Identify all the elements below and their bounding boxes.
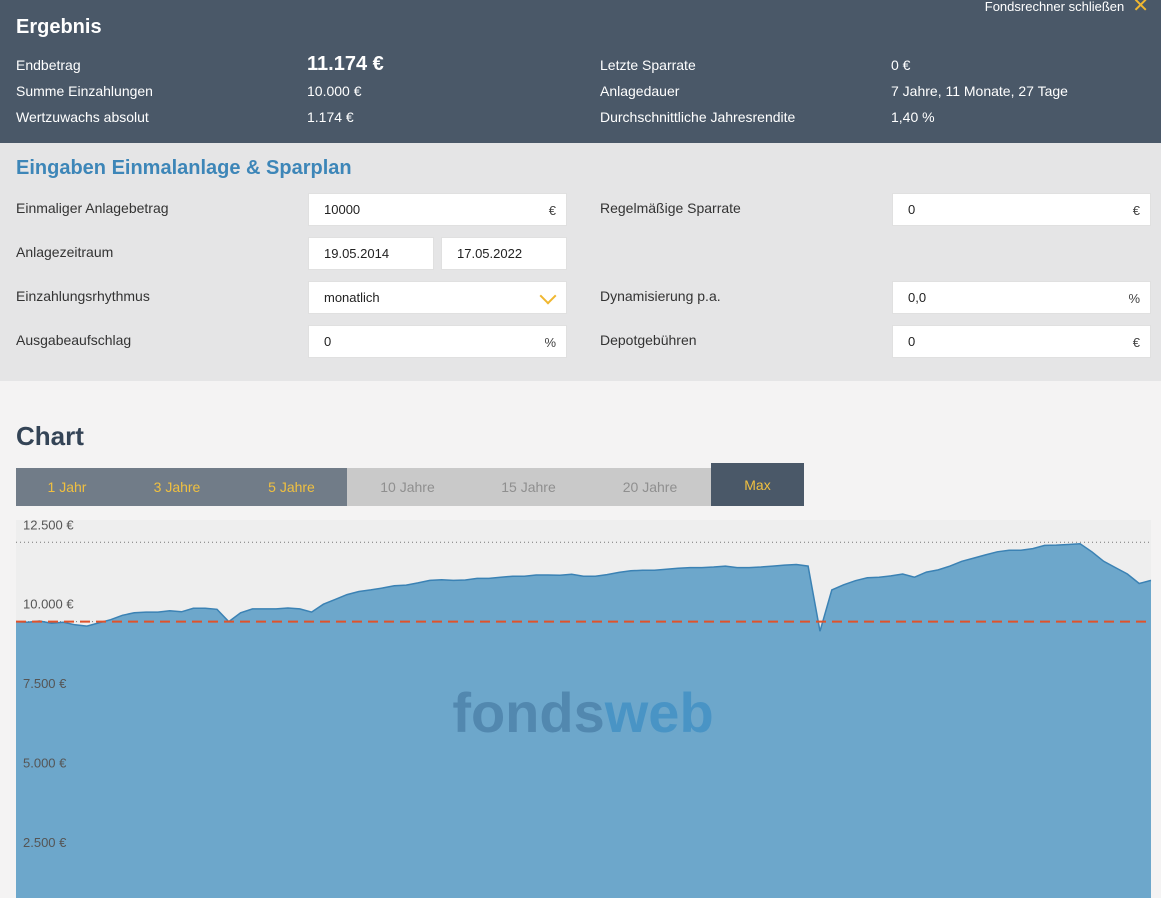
y-tick-label: 7.500 €	[23, 676, 67, 691]
wertzuwachs-label: Wertzuwachs absolut	[16, 109, 149, 125]
close-icon[interactable]: ✕	[1132, 0, 1149, 16]
period-1-jahr[interactable]: 1 Jahr	[16, 468, 118, 506]
period-3-jahre[interactable]: 3 Jahre	[118, 468, 236, 506]
euro-unit: €	[1132, 203, 1140, 218]
anlagedauer-label: Anlagedauer	[600, 83, 680, 99]
close-calculator-label: Fondsrechner schließen	[984, 0, 1125, 14]
dynamisierung-input[interactable]: 0,0 %	[892, 281, 1151, 314]
period-15-jahre: 15 Jahre	[468, 468, 589, 506]
jahresrendite-label: Durchschnittliche Jahresrendite	[600, 109, 796, 125]
performance-chart: fondsweb 12.500 € 10.000 € 7.500 € 5.000 € 2…	[15, 520, 1152, 898]
depotgebuehren-input[interactable]: 0 €	[892, 325, 1151, 358]
chevron-down-icon	[539, 287, 557, 305]
y-tick-label: 12.500 €	[23, 520, 74, 532]
aufschlag-value: 0	[324, 334, 332, 349]
period-selector: 1 Jahr 3 Jahre 5 Jahre 10 Jahre 15 Jahre…	[16, 463, 804, 506]
wertzuwachs-value: 1.174 €	[307, 109, 354, 125]
euro-unit: €	[548, 203, 556, 218]
einmalbetrag-label: Einmaliger Anlagebetrag	[16, 200, 169, 216]
inputs-panel: Eingaben Einmalanlage & Sparplan Einmali…	[0, 143, 1161, 381]
zeitraum-label: Anlagezeitraum	[16, 244, 114, 260]
depotgebuehren-label: Depotgebühren	[600, 332, 697, 348]
einmalbetrag-input[interactable]: 10000 €	[308, 193, 567, 226]
jahresrendite-value: 1,40 %	[891, 109, 935, 125]
zeitraum-from-input[interactable]: 19.05.2014	[308, 237, 434, 270]
chart-title: Chart	[16, 421, 84, 451]
endbetrag-value: 11.174 €	[307, 53, 384, 75]
letzte-sparrate-label: Letzte Sparrate	[600, 57, 696, 73]
dynamisierung-value: 0,0	[908, 290, 927, 305]
y-tick-label: 10.000 €	[23, 597, 74, 612]
sparrate-input[interactable]: 0 €	[892, 193, 1151, 226]
zeitraum-from-value: 19.05.2014	[324, 246, 390, 261]
letzte-sparrate-value: 0 €	[891, 57, 911, 73]
rhythmus-value: monatlich	[324, 290, 380, 305]
rhythmus-select[interactable]: monatlich	[308, 281, 567, 314]
euro-unit: €	[1132, 335, 1140, 350]
period-20-jahre: 20 Jahre	[589, 468, 711, 506]
depotgebuehren-value: 0	[908, 334, 916, 349]
sparrate-label: Regelmäßige Sparrate	[600, 200, 741, 216]
inputs-title: Eingaben Einmalanlage & Sparplan	[16, 157, 352, 179]
period-max[interactable]: Max	[711, 463, 804, 506]
rhythmus-label: Einzahlungsrhythmus	[16, 288, 150, 304]
y-tick-label: 2.500 €	[23, 835, 67, 850]
aufschlag-label: Ausgabeaufschlag	[16, 332, 132, 348]
result-panel: Fondsrechner schließen ✕ Ergebnis Endbet…	[0, 0, 1161, 143]
zeitraum-to-input[interactable]: 17.05.2022	[441, 237, 567, 270]
einmalbetrag-value: 10000	[324, 202, 361, 217]
close-calculator-link[interactable]: Fondsrechner schließen ✕	[985, 0, 1149, 16]
percent-unit: %	[544, 335, 556, 350]
aufschlag-input[interactable]: 0 %	[308, 325, 567, 358]
dynamisierung-label: Dynamisierung p.a.	[600, 288, 721, 304]
zeitraum-to-value: 17.05.2022	[457, 246, 523, 261]
period-10-jahre: 10 Jahre	[347, 468, 468, 506]
y-tick-label: 5.000 €	[23, 755, 67, 770]
summe-einzahlungen-label: Summe Einzahlungen	[16, 83, 153, 99]
endbetrag-label: Endbetrag	[16, 57, 81, 73]
fondsrechner: Fondsrechner schließen ✕ Ergebnis Endbet…	[0, 0, 1161, 898]
sparrate-value: 0	[908, 202, 916, 217]
summe-einzahlungen-value: 10.000 €	[307, 83, 362, 99]
anlagedauer-value: 7 Jahre, 11 Monate, 27 Tage	[891, 83, 1068, 99]
chart-watermark: fondsweb	[452, 681, 713, 744]
result-title: Ergebnis	[16, 16, 102, 38]
period-5-jahre[interactable]: 5 Jahre	[236, 468, 347, 506]
percent-unit: %	[1128, 291, 1140, 306]
